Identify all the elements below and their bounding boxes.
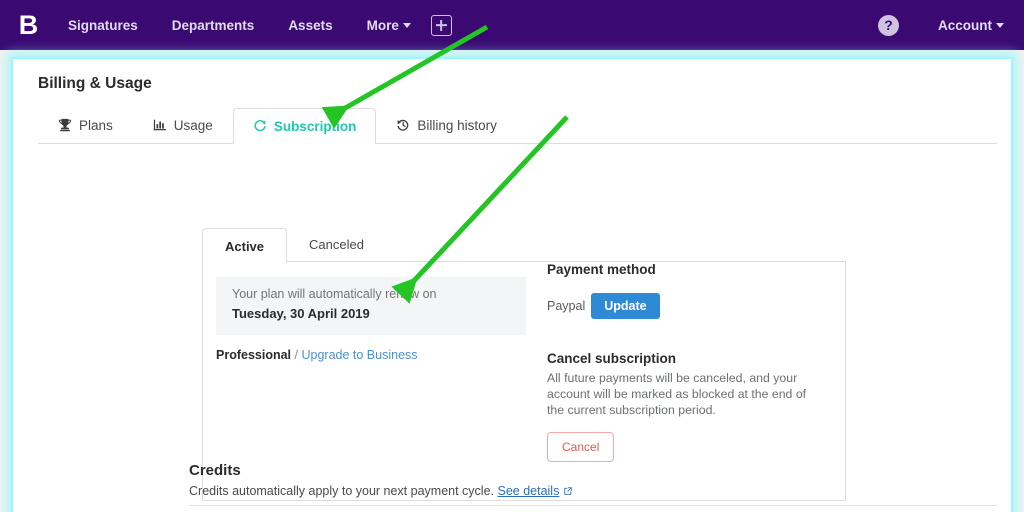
update-payment-button[interactable]: Update — [591, 293, 660, 319]
tab-usage-label: Usage — [173, 117, 213, 133]
renewal-notice-box: Your plan will automatically renew on Tu… — [216, 277, 526, 335]
subtab-active[interactable]: Active — [202, 228, 288, 263]
chevron-down-icon — [996, 23, 1004, 29]
account-menu-label: Account — [938, 17, 992, 33]
refresh-icon — [253, 119, 267, 133]
nav-link-more[interactable]: More — [367, 18, 411, 33]
nav-link-more-label: More — [366, 17, 399, 33]
upgrade-to-business-link[interactable]: Upgrade to Business — [301, 348, 417, 362]
cancel-subscription-button[interactable]: Cancel — [547, 432, 615, 462]
see-details-link[interactable]: See details — [497, 484, 559, 498]
credits-description-row: Credits automatically apply to your next… — [189, 484, 999, 498]
external-link-icon — [559, 484, 572, 498]
nav-links: Signatures Departments Assets More — [68, 14, 452, 36]
renewal-date: Tuesday, 30 April 2019 — [232, 306, 370, 321]
credits-description: Credits automatically apply to your next… — [189, 484, 494, 498]
nav-link-assets[interactable]: Assets — [288, 18, 332, 33]
renewal-notice-text: Your plan will automatically renew on — [232, 287, 437, 301]
credits-divider — [189, 505, 997, 506]
top-navigation-bar: B Signatures Departments Assets More ? A… — [0, 0, 1024, 50]
plus-box-icon[interactable] — [430, 14, 452, 36]
credits-section: Credits Credits automatically apply to y… — [189, 462, 999, 498]
nav-link-departments[interactable]: Departments — [172, 18, 255, 33]
payment-method-title: Payment method — [547, 262, 656, 277]
tab-billing-history[interactable]: Billing history — [376, 107, 517, 143]
credits-title: Credits — [189, 462, 241, 479]
subscription-panel-right: Payment method Paypal Update Cancel subs… — [547, 262, 837, 462]
tab-billing-history-label: Billing history — [417, 117, 497, 133]
tab-subscription-label: Subscription — [273, 118, 357, 134]
history-clock-icon — [396, 118, 410, 132]
cancel-subscription-block: Cancel subscription All future payments … — [547, 351, 837, 462]
tab-plans[interactable]: Plans — [38, 107, 133, 143]
current-plan-row: Professional / Upgrade to Business — [216, 348, 418, 362]
plan-separator: / — [294, 348, 298, 362]
subtab-canceled-label: Canceled — [309, 237, 364, 252]
payment-method-row: Paypal Update — [547, 293, 837, 319]
page-title: Billing & Usage — [38, 75, 152, 92]
nav-link-signatures[interactable]: Signatures — [68, 18, 138, 33]
screen-root: B Signatures Departments Assets More ? A… — [0, 0, 1024, 512]
tab-usage[interactable]: Usage — [133, 107, 233, 143]
brand-logo[interactable]: B — [15, 10, 41, 40]
chevron-down-icon — [402, 23, 411, 29]
current-plan-name: Professional — [216, 348, 292, 362]
tab-subscription[interactable]: Subscription — [232, 108, 377, 144]
trophy-icon — [58, 118, 72, 132]
subtab-active-label: Active — [225, 238, 265, 254]
nav-link-signatures-label: Signatures — [68, 17, 138, 33]
nav-link-departments-label: Departments — [171, 17, 255, 33]
bar-chart-icon — [153, 118, 167, 132]
billing-tabs: Plans Usage Subscription Billing history — [38, 108, 997, 144]
nav-right-group: ? Account — [878, 14, 1004, 36]
cancel-subscription-description: All future payments will be canceled, an… — [547, 371, 807, 417]
tab-plans-label: Plans — [79, 117, 113, 133]
cancel-subscription-title: Cancel subscription — [547, 351, 677, 366]
subtab-canceled[interactable]: Canceled — [287, 227, 386, 262]
payment-provider-label: Paypal — [547, 299, 586, 313]
nav-link-assets-label: Assets — [288, 17, 333, 33]
subscription-subtabs: Active Canceled — [202, 227, 386, 263]
billing-page-card: Billing & Usage Plans Usage Subscription — [11, 57, 1013, 512]
question-mark-icon[interactable]: ? — [878, 14, 899, 36]
account-menu[interactable]: Account — [938, 18, 1004, 33]
